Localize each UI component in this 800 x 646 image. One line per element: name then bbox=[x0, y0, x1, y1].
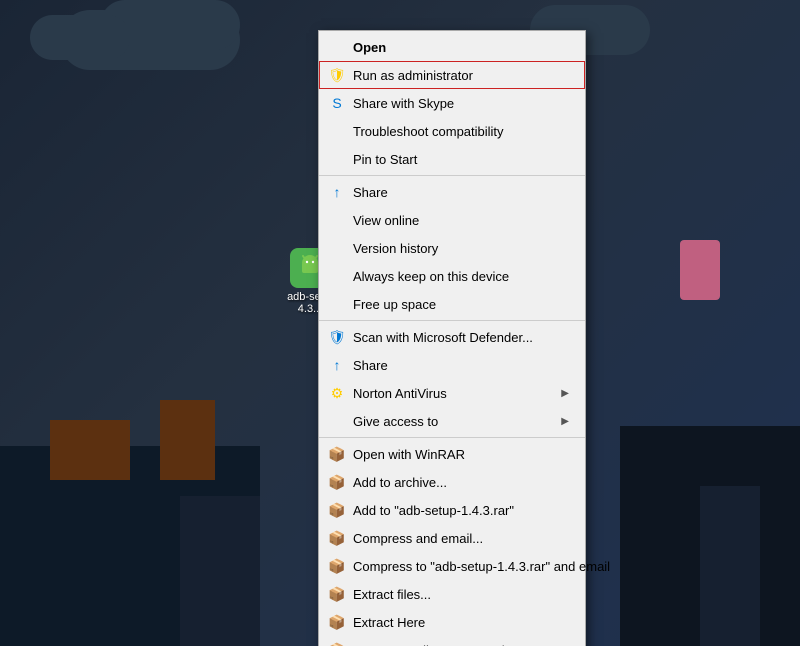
menu-item-open-winrar-label: Open with WinRAR bbox=[353, 447, 569, 462]
menu-item-run-as-admin[interactable]: 🛡 Run as administrator bbox=[319, 61, 585, 89]
skype-icon: S bbox=[327, 93, 347, 113]
menu-item-share2[interactable]: ↑ Share bbox=[319, 351, 585, 379]
menu-item-extract-files[interactable]: 📦 Extract files... bbox=[319, 580, 585, 608]
block-bottom-right2 bbox=[700, 486, 760, 646]
menu-item-compress-to-rar-email[interactable]: 📦 Compress to "adb-setup-1.4.3.rar" and … bbox=[319, 552, 585, 580]
norton-icon: ⚙ bbox=[327, 383, 347, 403]
extract-to-icon: 📦 bbox=[327, 640, 347, 646]
compress-to-rar-email-icon: 📦 bbox=[327, 556, 347, 576]
menu-item-extract-files-label: Extract files... bbox=[353, 587, 569, 602]
extract-here-icon: 📦 bbox=[327, 612, 347, 632]
brown-block bbox=[160, 400, 215, 480]
menu-item-share-skype-label: Share with Skype bbox=[353, 96, 569, 111]
menu-item-extract-here-label: Extract Here bbox=[353, 615, 569, 630]
menu-item-open-label: Open bbox=[353, 40, 569, 55]
add-archive-icon: 📦 bbox=[327, 472, 347, 492]
context-menu: Open 🛡 Run as administrator S Share with… bbox=[318, 30, 586, 646]
pink-shape bbox=[680, 240, 720, 300]
menu-item-compress-email-label: Compress and email... bbox=[353, 531, 569, 546]
menu-item-extract-to[interactable]: 📦 Extract to adb-setup-1.4.3\ bbox=[319, 636, 585, 646]
menu-item-give-access[interactable]: Give access to ▶ bbox=[319, 407, 585, 435]
menu-item-version-history-label: Version history bbox=[353, 241, 569, 256]
give-access-submenu-arrow: ▶ bbox=[561, 416, 569, 427]
menu-item-always-keep[interactable]: Always keep on this device bbox=[319, 262, 585, 290]
separator-3 bbox=[319, 437, 585, 438]
always-keep-icon bbox=[327, 266, 347, 286]
block-bottom-mid bbox=[180, 496, 260, 646]
compress-email-icon: 📦 bbox=[327, 528, 347, 548]
desktop: adb-set... 4.3... Open 🛡 Run as administ… bbox=[0, 0, 800, 646]
menu-item-scan-defender-label: Scan with Microsoft Defender... bbox=[353, 330, 569, 345]
menu-item-compress-to-rar-email-label: Compress to "adb-setup-1.4.3.rar" and em… bbox=[353, 559, 610, 574]
version-history-icon bbox=[327, 238, 347, 258]
menu-item-add-archive[interactable]: 📦 Add to archive... bbox=[319, 468, 585, 496]
free-up-icon bbox=[327, 294, 347, 314]
defender-icon: 🛡 bbox=[327, 327, 347, 347]
share-icon: ↑ bbox=[327, 182, 347, 202]
extract-files-icon: 📦 bbox=[327, 584, 347, 604]
separator-1 bbox=[319, 175, 585, 176]
menu-item-view-online-label: View online bbox=[353, 213, 569, 228]
menu-item-share-skype[interactable]: S Share with Skype bbox=[319, 89, 585, 117]
view-online-icon bbox=[327, 210, 347, 230]
menu-item-add-to-rar[interactable]: 📦 Add to "adb-setup-1.4.3.rar" bbox=[319, 496, 585, 524]
menu-item-extract-to-label: Extract to adb-setup-1.4.3\ bbox=[353, 643, 569, 646]
menu-item-give-access-label: Give access to bbox=[353, 414, 561, 429]
menu-item-share2-label: Share bbox=[353, 358, 569, 373]
menu-item-troubleshoot[interactable]: Troubleshoot compatibility bbox=[319, 117, 585, 145]
shield-icon: 🛡 bbox=[327, 65, 347, 85]
menu-item-view-online[interactable]: View online bbox=[319, 206, 585, 234]
menu-item-free-up[interactable]: Free up space bbox=[319, 290, 585, 318]
menu-item-norton-label: Norton AntiVirus bbox=[353, 386, 561, 401]
menu-item-add-to-rar-label: Add to "adb-setup-1.4.3.rar" bbox=[353, 503, 569, 518]
menu-item-compress-email[interactable]: 📦 Compress and email... bbox=[319, 524, 585, 552]
brown-block-2 bbox=[50, 420, 130, 480]
menu-item-open-winrar[interactable]: 📦 Open with WinRAR bbox=[319, 440, 585, 468]
menu-item-share[interactable]: ↑ Share bbox=[319, 178, 585, 206]
menu-item-free-up-label: Free up space bbox=[353, 297, 569, 312]
menu-item-share-label: Share bbox=[353, 185, 569, 200]
norton-submenu-arrow: ▶ bbox=[561, 388, 569, 399]
menu-item-version-history[interactable]: Version history bbox=[319, 234, 585, 262]
menu-item-pin-start[interactable]: Pin to Start bbox=[319, 145, 585, 173]
troubleshoot-icon bbox=[327, 121, 347, 141]
menu-item-scan-defender[interactable]: 🛡 Scan with Microsoft Defender... bbox=[319, 323, 585, 351]
add-to-rar-icon: 📦 bbox=[327, 500, 347, 520]
winrar-icon: 📦 bbox=[327, 444, 347, 464]
menu-item-norton[interactable]: ⚙ Norton AntiVirus ▶ bbox=[319, 379, 585, 407]
open-icon bbox=[327, 37, 347, 57]
menu-item-add-archive-label: Add to archive... bbox=[353, 475, 569, 490]
share2-icon: ↑ bbox=[327, 355, 347, 375]
give-access-icon bbox=[327, 411, 347, 431]
separator-2 bbox=[319, 320, 585, 321]
menu-item-pin-start-label: Pin to Start bbox=[353, 152, 569, 167]
menu-item-extract-here[interactable]: 📦 Extract Here bbox=[319, 608, 585, 636]
pin-icon bbox=[327, 149, 347, 169]
menu-item-always-keep-label: Always keep on this device bbox=[353, 269, 569, 284]
menu-item-run-as-admin-label: Run as administrator bbox=[353, 68, 569, 83]
menu-item-troubleshoot-label: Troubleshoot compatibility bbox=[353, 124, 569, 139]
menu-item-open[interactable]: Open bbox=[319, 33, 585, 61]
cloud-shape-3 bbox=[30, 15, 130, 60]
